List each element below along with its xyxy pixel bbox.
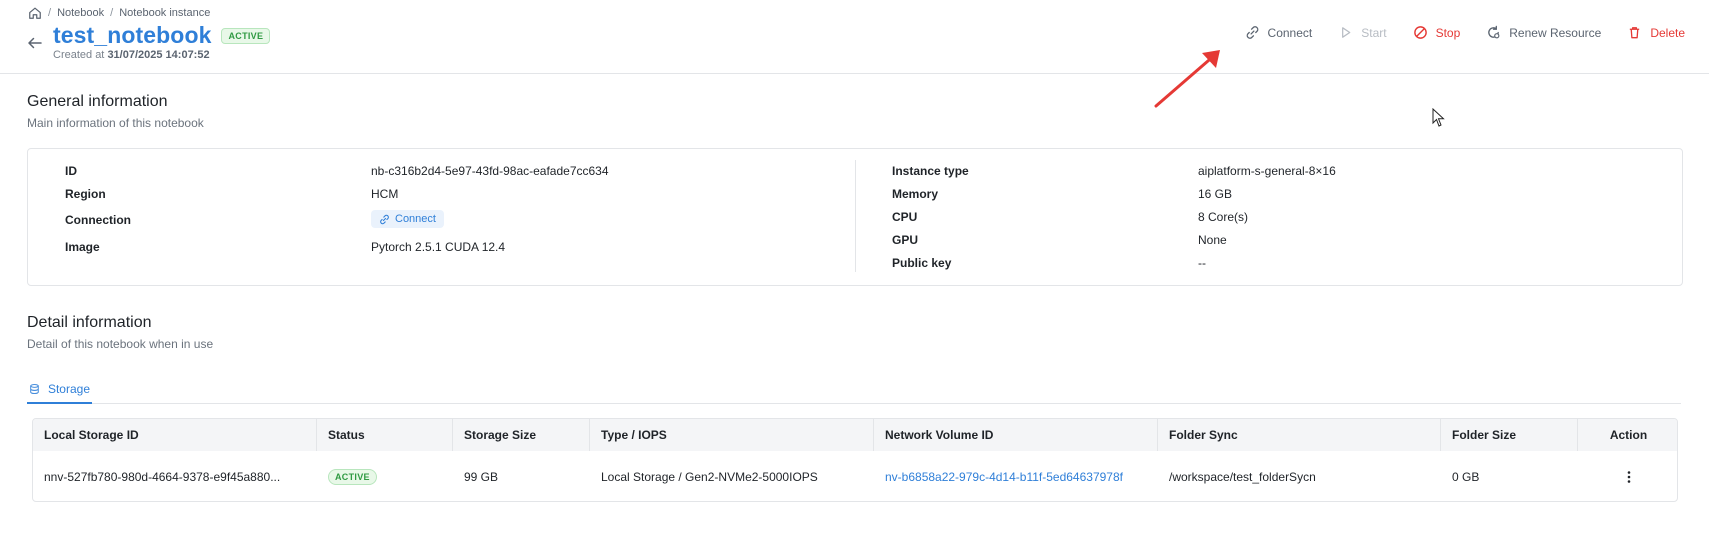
status-badge: ACTIVE: [328, 469, 377, 485]
stop-icon: [1413, 26, 1427, 39]
storage-size-cell: 99 GB: [464, 470, 499, 484]
connect-button[interactable]: Connect: [1245, 25, 1313, 40]
info-value: aiplatform-s-general-8×16: [1198, 164, 1336, 178]
start-button[interactable]: Start: [1338, 25, 1387, 40]
renew-icon: [1488, 25, 1500, 39]
link-icon: [1246, 26, 1258, 39]
database-icon: [30, 383, 39, 394]
info-value: nb-c316b2d4-5e97-43fd-98ac-eafade7cc634: [371, 164, 609, 178]
info-label: Instance type: [892, 164, 969, 178]
start-label: Start: [1361, 25, 1387, 40]
delete-button[interactable]: Delete: [1627, 25, 1685, 40]
detail-info-title: Detail information: [27, 314, 152, 331]
tab-storage-label: Storage: [47, 381, 90, 396]
row-action-cell: [1578, 451, 1677, 501]
info-label: ID: [65, 164, 77, 178]
folder-size-cell: 0 GB: [1452, 470, 1480, 484]
breadcrumb-separator: /: [110, 7, 114, 19]
info-value: 16 GB: [1198, 187, 1233, 201]
general-info-title: General information: [27, 93, 168, 110]
mouse-cursor-icon: [1432, 108, 1445, 127]
page-header: / Notebook / Notebook instance test_note…: [0, 0, 1709, 74]
created-label: Created at: [53, 49, 105, 61]
play-icon: [1342, 27, 1351, 38]
title-row: test_notebook ACTIVE: [53, 22, 271, 49]
breadcrumb-separator: /: [48, 7, 52, 19]
status-cell: ACTIVE: [317, 451, 453, 501]
trash-icon: [1630, 27, 1640, 39]
column-header: Storage Size: [453, 419, 590, 451]
connect-chip-label: Connect: [395, 213, 436, 225]
info-value: None: [1198, 233, 1227, 247]
page-title: test_notebook: [53, 22, 212, 48]
type-iops-cell: Local Storage / Gen2-NVMe2-5000IOPS: [601, 470, 818, 484]
renew-resource-button[interactable]: Renew Resource: [1486, 25, 1601, 40]
connect-label: Connect: [1267, 25, 1313, 40]
info-value: Pytorch 2.5.1 CUDA 12.4: [371, 240, 506, 254]
info-label: Public key: [892, 256, 952, 270]
column-header: Action: [1609, 428, 1648, 442]
stop-label: Stop: [1435, 25, 1461, 40]
more-vertical-icon[interactable]: [1621, 469, 1637, 485]
local-storage-id-cell: nnv-527fb780-980d-4664-9378-e9f45a880...: [44, 470, 281, 484]
column-header: Local Storage ID: [33, 419, 317, 451]
folder-sync-cell: /workspace/test_folderSycn: [1169, 470, 1316, 484]
info-value: --: [1198, 256, 1206, 270]
created-at: Created at 31/07/2025 14:07:52: [53, 49, 210, 61]
storage-table: Local Storage ID Status Storage Size Typ…: [32, 418, 1678, 502]
info-label: GPU: [892, 233, 919, 247]
detail-info-subtitle: Detail of this notebook when in use: [27, 337, 214, 351]
info-label: Image: [65, 240, 100, 254]
link-icon: [380, 214, 389, 224]
column-header: Network Volume ID: [874, 419, 1158, 451]
info-label: Memory: [892, 187, 939, 201]
info-value: 8 Core(s): [1198, 210, 1249, 224]
back-arrow-icon[interactable]: [26, 34, 44, 52]
column-header: Folder Sync: [1158, 419, 1441, 451]
renew-label: Renew Resource: [1509, 25, 1602, 40]
tab-storage[interactable]: Storage: [27, 375, 92, 404]
column-header: Status: [317, 419, 453, 451]
general-info-subtitle: Main information of this notebook: [27, 116, 204, 130]
table-header: Local Storage ID Status Storage Size Typ…: [33, 419, 1677, 451]
column-header: Type / IOPS: [590, 419, 874, 451]
info-label: Connection: [65, 213, 131, 227]
column-header: Folder Size: [1441, 419, 1578, 451]
breadcrumb-notebook-instance[interactable]: Notebook instance: [119, 7, 210, 19]
home-icon[interactable]: [28, 6, 42, 20]
breadcrumb: / Notebook / Notebook instance: [28, 6, 210, 20]
header-actions: Connect Start Stop Renew Resource Delete: [1245, 25, 1685, 40]
connection-connect-chip[interactable]: Connect: [371, 210, 444, 228]
stop-button[interactable]: Stop: [1413, 25, 1461, 40]
info-label: Region: [65, 187, 106, 201]
status-badge: ACTIVE: [221, 27, 271, 44]
network-volume-id-link[interactable]: nv-b6858a22-979c-4d14-b11f-5ed64637978f: [874, 451, 1158, 501]
info-label: CPU: [892, 210, 918, 224]
column-divider: [855, 160, 856, 272]
created-value: 31/07/2025 14:07:52: [107, 49, 210, 61]
delete-label: Delete: [1650, 25, 1685, 40]
detail-tabs: Storage: [27, 375, 1681, 404]
breadcrumb-notebook[interactable]: Notebook: [57, 7, 104, 19]
info-value: HCM: [371, 187, 399, 201]
